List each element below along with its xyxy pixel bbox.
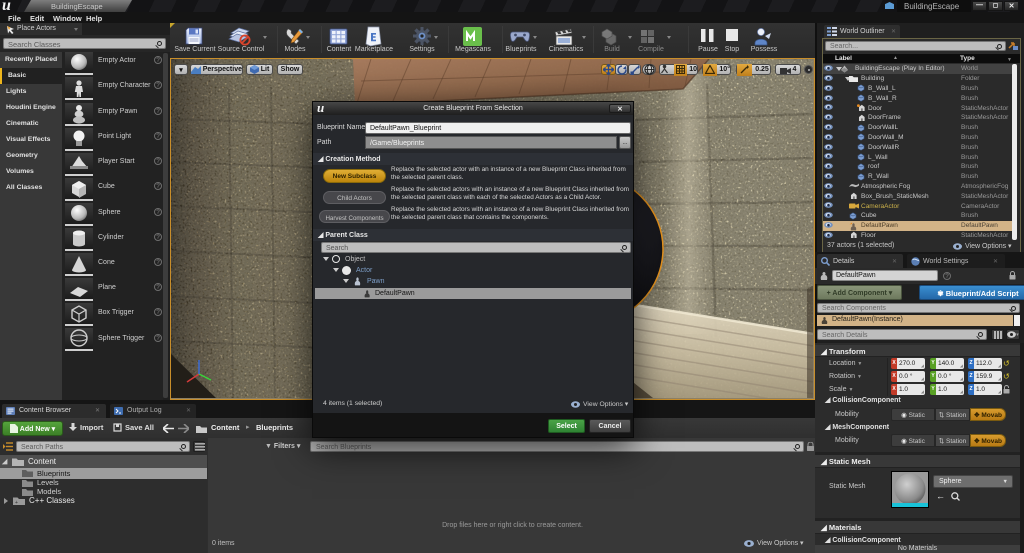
svg-text:+: +: [15, 500, 18, 505]
